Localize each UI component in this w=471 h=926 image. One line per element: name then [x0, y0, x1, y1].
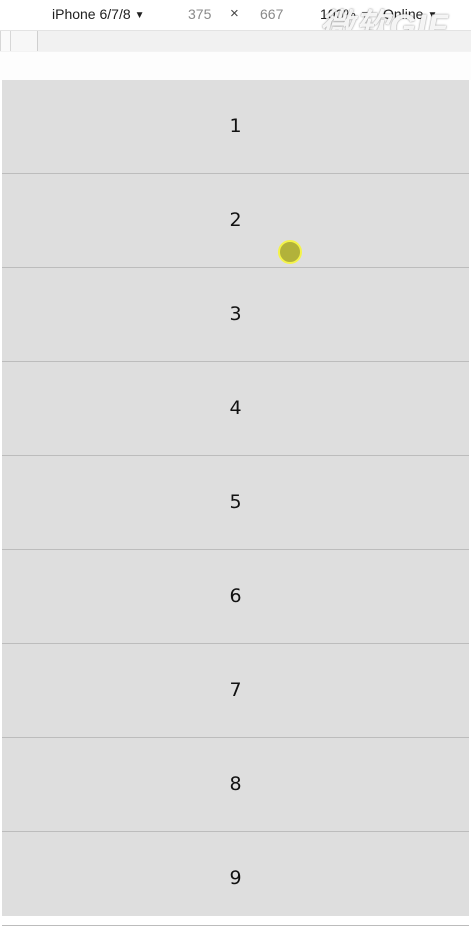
device-toolbar: iPhone 6/7/8 ▼ 375 × 667 100% ▼ Online ▼ 微软…	[0, 0, 471, 44]
height-input[interactable]: 667	[260, 6, 283, 22]
page-top-spacer	[0, 52, 471, 80]
list-item-label: 7	[229, 679, 242, 701]
number-list: 1 2 3 4 5 6 7 8 9	[2, 80, 469, 926]
click-indicator-icon	[278, 240, 302, 264]
device-label: iPhone 6/7/8	[52, 6, 131, 22]
caret-down-icon: ▼	[134, 10, 145, 21]
list-item-label: 8	[229, 773, 242, 795]
list-item-label: 9	[229, 867, 242, 889]
list-item[interactable]: 3	[2, 268, 469, 362]
list-item-label: 2	[229, 209, 242, 231]
dimension-separator: ×	[230, 5, 239, 22]
list-item[interactable]: 5	[2, 456, 469, 550]
list-item[interactable]: 9	[2, 832, 469, 926]
media-query-ruler	[0, 30, 471, 52]
list-item-label: 5	[229, 491, 242, 513]
list-item[interactable]: 1	[2, 80, 469, 174]
list-item-label: 1	[229, 115, 242, 137]
ruler-segment[interactable]	[0, 31, 10, 51]
list-item-label: 3	[229, 303, 242, 325]
list-item[interactable]: 2	[2, 174, 469, 268]
list-item[interactable]: 4	[2, 362, 469, 456]
list-item[interactable]: 8	[2, 738, 469, 832]
width-input[interactable]: 375	[188, 6, 211, 22]
ruler-segment[interactable]	[10, 31, 37, 51]
ruler-segment[interactable]	[37, 31, 471, 51]
list-item-label: 4	[229, 397, 242, 419]
list-item[interactable]: 7	[2, 644, 469, 738]
device-select[interactable]: iPhone 6/7/8 ▼	[52, 6, 145, 24]
list-item-label: 6	[229, 585, 242, 607]
list-item[interactable]: 6	[2, 550, 469, 644]
